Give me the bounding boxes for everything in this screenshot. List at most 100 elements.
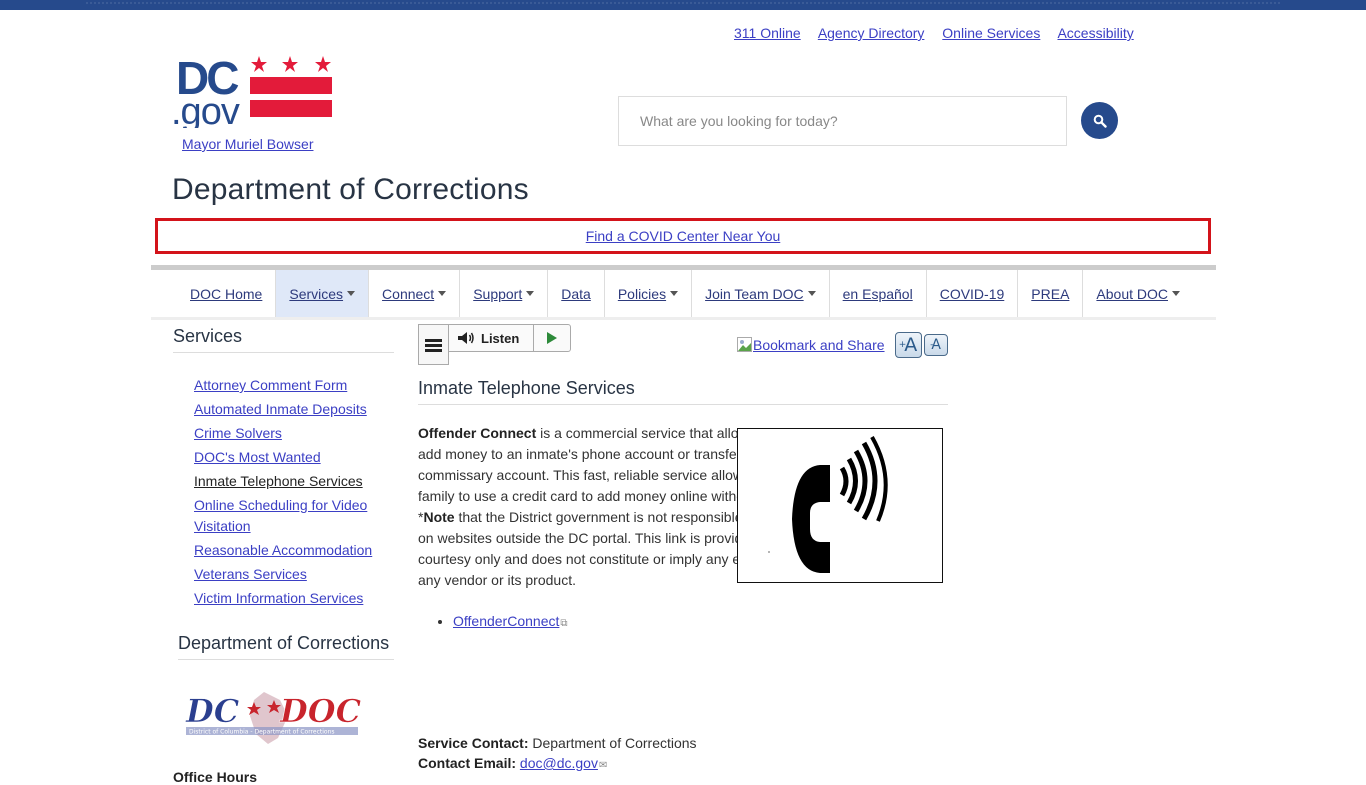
external-links: OffenderConnect⧉: [418, 611, 838, 634]
link-online-services[interactable]: Online Services: [942, 25, 1040, 41]
nav-item-support[interactable]: Support: [460, 270, 549, 317]
link-agency-directory[interactable]: Agency Directory: [818, 25, 925, 41]
telephone-image: [737, 428, 943, 583]
sidebar-item-attorney-comment-form: Attorney Comment Form: [194, 375, 394, 396]
nav-item-doc-home[interactable]: DOC Home: [176, 270, 277, 317]
sidebar: Services Attorney Comment Form Automated…: [173, 326, 394, 785]
sidebar-item-inmate-telephone-services: Inmate Telephone Services: [194, 471, 394, 492]
sidebar-link[interactable]: Attorney Comment Form: [194, 377, 347, 393]
service-contact-value: Department of Corrections: [528, 735, 697, 751]
nav-label[interactable]: PREA: [1031, 286, 1069, 302]
svg-text:.gov: .gov: [172, 91, 240, 128]
nav-label[interactable]: Connect: [382, 286, 434, 302]
note-bold: Note: [423, 509, 455, 525]
share-tools: Bookmark and Share + A -A: [737, 332, 948, 358]
content-title: Inmate Telephone Services: [418, 378, 948, 405]
search-field[interactable]: [618, 96, 1067, 146]
nav-label[interactable]: en Español: [843, 286, 913, 302]
search-input[interactable]: [638, 112, 1047, 130]
caret-down-icon[interactable]: [670, 291, 679, 296]
service-contact-row: Service Contact: Department of Correctio…: [418, 733, 697, 753]
sidebar-link[interactable]: Inmate Telephone Services: [194, 473, 363, 489]
play-button[interactable]: [534, 325, 570, 351]
sidebar-heading: Services: [173, 326, 394, 353]
sidebar-link[interactable]: Victim Information Services: [194, 590, 363, 606]
caret-down-icon[interactable]: [347, 291, 356, 296]
search-button[interactable]: [1081, 102, 1118, 139]
nav-item-connect[interactable]: Connect: [369, 270, 461, 317]
broken-image-icon: [737, 337, 753, 353]
external-link-icon: ⧉: [560, 618, 568, 629]
sidebar-link[interactable]: Crime Solvers: [194, 425, 282, 441]
nav-label[interactable]: Policies: [618, 286, 666, 302]
sidebar-item-veterans-services: Veterans Services: [194, 564, 394, 585]
agency-heading: Department of Corrections: [178, 633, 394, 660]
bookmark-share-link[interactable]: Bookmark and Share: [737, 337, 885, 353]
listen-button[interactable]: Listen: [449, 325, 534, 351]
listen-bar: Listen: [448, 324, 571, 352]
dc-gov-logo-graphic: DC .gov: [171, 52, 332, 133]
search-icon: [1093, 114, 1107, 128]
nav-item-join-team-doc[interactable]: Join Team DOC: [692, 270, 830, 317]
sidebar-item-victim-information-services: Victim Information Services: [194, 588, 394, 609]
nav-label[interactable]: Join Team DOC: [705, 286, 804, 302]
link-accessibility[interactable]: Accessibility: [1057, 25, 1133, 41]
svg-text:DC: DC: [185, 692, 240, 730]
dc-gov-logo[interactable]: DC .gov: [171, 52, 334, 133]
nav-item-policies[interactable]: Policies: [605, 270, 693, 317]
caret-down-icon[interactable]: [1172, 291, 1180, 296]
play-icon: [547, 332, 557, 344]
caret-down-icon[interactable]: [526, 291, 535, 296]
nav-label[interactable]: Data: [561, 286, 591, 302]
nav-label[interactable]: DOC Home: [190, 286, 262, 302]
sidebar-menu: Attorney Comment Form Automated Inmate D…: [173, 353, 394, 609]
hamburger-icon: [425, 338, 442, 352]
envelope-icon: ✉: [598, 760, 608, 771]
nav-label[interactable]: COVID-19: [940, 286, 1005, 302]
caret-down-icon[interactable]: [438, 291, 447, 296]
sidebar-link[interactable]: Veterans Services: [194, 566, 307, 582]
bookmark-share-label: Bookmark and Share: [753, 337, 885, 353]
contact-info: Service Contact: Department of Correctio…: [418, 733, 697, 776]
sidebar-link[interactable]: Reasonable Accommodation: [194, 542, 372, 558]
nav-label[interactable]: Support: [473, 286, 522, 302]
svg-text:DOC: DOC: [279, 692, 362, 730]
sidebar-link[interactable]: DOC's Most Wanted: [194, 449, 321, 465]
dc-doc-logo-subtitle: District of Columbia - Department of Cor…: [189, 729, 335, 736]
caret-down-icon[interactable]: [807, 291, 816, 296]
covid-alert-banner: Find a COVID Center Near You: [155, 218, 1211, 254]
contact-email-row: Contact Email: doc@dc.gov✉: [418, 753, 697, 776]
nav-label[interactable]: About DOC: [1096, 286, 1168, 302]
contact-email-link[interactable]: doc@dc.gov: [520, 755, 598, 771]
nav-item-data[interactable]: Data: [548, 270, 605, 317]
sidebar-item-automated-inmate-deposits: Automated Inmate Deposits: [194, 399, 394, 420]
telephone-sound-icon: [768, 436, 888, 573]
link-311-online[interactable]: 311 Online: [734, 25, 801, 41]
mayor-link[interactable]: Mayor Muriel Bowser: [182, 136, 313, 152]
sidebar-link[interactable]: Online Scheduling for Video Visitation: [194, 497, 367, 534]
contact-email-label: Contact Email:: [418, 755, 517, 771]
increase-font-icon: A: [904, 334, 918, 356]
sidebar-item-crime-solvers: Crime Solvers: [194, 423, 394, 444]
nav-item-about-doc[interactable]: About DOC: [1083, 270, 1193, 317]
dc-doc-logo: DC DOC District of Columbia - Department…: [185, 692, 362, 744]
speaker-icon: [458, 332, 474, 344]
readspeaker-menu-button[interactable]: [418, 324, 449, 365]
nav-item-covid-19[interactable]: COVID-19: [927, 270, 1019, 317]
sidebar-item-online-scheduling: Online Scheduling for Video Visitation: [194, 495, 394, 537]
decrease-font-button[interactable]: -A: [923, 334, 948, 356]
top-banner-bar: [0, 0, 1366, 10]
covid-center-link[interactable]: Find a COVID Center Near You: [586, 228, 781, 244]
nav-item-en-espanol[interactable]: en Español: [830, 270, 927, 317]
nav-item-services[interactable]: Services: [276, 270, 370, 317]
page-title: Department of Corrections: [172, 173, 529, 206]
listen-label: Listen: [481, 330, 520, 346]
increase-font-button[interactable]: + A: [894, 332, 922, 358]
sidebar-link[interactable]: Automated Inmate Deposits: [194, 401, 367, 417]
utility-links: 311 Online Agency Directory Online Servi…: [734, 25, 1148, 41]
nav-label[interactable]: Services: [289, 286, 343, 302]
offender-connect-bold: Offender Connect: [418, 425, 537, 441]
nav-item-prea[interactable]: PREA: [1018, 270, 1084, 317]
offender-connect-link[interactable]: OffenderConnect: [453, 613, 559, 629]
sidebar-item-reasonable-accommodation: Reasonable Accommodation: [194, 540, 394, 561]
